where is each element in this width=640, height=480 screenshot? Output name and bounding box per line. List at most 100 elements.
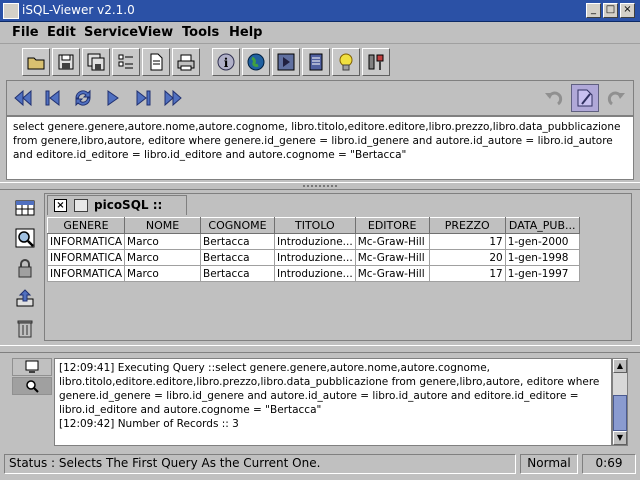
scroll-down-icon[interactable]: ▼ bbox=[613, 431, 627, 445]
trash-icon bbox=[17, 320, 33, 338]
cell-genere[interactable]: INFORMATICA bbox=[46, 249, 126, 266]
magnifier-icon bbox=[15, 228, 35, 248]
cell-data-pub[interactable]: 1-gen-1997 bbox=[504, 265, 580, 282]
menu-help[interactable]: Help bbox=[229, 25, 262, 40]
svg-text:i: i bbox=[224, 56, 229, 70]
tips-button[interactable] bbox=[332, 48, 360, 76]
cell-prezzo[interactable]: 20 bbox=[428, 249, 506, 266]
maximize-button[interactable]: □ bbox=[603, 3, 618, 18]
tab-query-log[interactable] bbox=[12, 377, 52, 395]
sql-format-button[interactable] bbox=[571, 84, 599, 112]
cell-data-pub[interactable]: 1-gen-1998 bbox=[504, 249, 580, 266]
menu-tools[interactable]: Tools bbox=[182, 25, 219, 40]
play-icon bbox=[107, 90, 119, 106]
folder-icon bbox=[27, 57, 45, 70]
log-output[interactable]: [12:09:41] Executing Query ::select gene… bbox=[54, 358, 612, 446]
run-button[interactable] bbox=[272, 48, 300, 76]
column-header-prezzo[interactable]: PREZZO bbox=[428, 217, 506, 234]
cell-titolo[interactable]: Introduzione... bbox=[274, 249, 356, 266]
table-row[interactable]: INFORMATICA Marco Bertacca Introduzione.… bbox=[46, 233, 580, 250]
fast-forward-icon bbox=[164, 89, 182, 107]
title-bar[interactable]: iSQL-Viewer v2.1.0 _ □ × bbox=[0, 0, 640, 22]
info-icon: i bbox=[217, 53, 235, 71]
cell-editore[interactable]: Mc-Graw-Hill bbox=[354, 265, 430, 282]
tab-picosql[interactable]: × picoSQL :: bbox=[47, 195, 187, 215]
undo-button[interactable] bbox=[539, 84, 567, 112]
cell-nome[interactable]: Marco bbox=[124, 233, 202, 250]
column-header-editore[interactable]: EDITORE bbox=[354, 217, 430, 234]
cell-genere[interactable]: INFORMATICA bbox=[46, 233, 126, 250]
close-tab-icon[interactable]: × bbox=[54, 199, 67, 212]
column-header-data-pub[interactable]: DATA_PUB... bbox=[504, 217, 580, 234]
save-as-button[interactable] bbox=[82, 48, 110, 76]
cell-cognome[interactable]: Bertacca bbox=[200, 233, 276, 250]
checklist-icon bbox=[118, 54, 133, 69]
menu-service[interactable]: Service bbox=[84, 25, 138, 40]
table-row[interactable]: INFORMATICA Marco Bertacca Introduzione.… bbox=[46, 249, 580, 266]
editor-splitter[interactable] bbox=[0, 182, 640, 190]
cell-data-pub[interactable]: 1-gen-2000 bbox=[504, 233, 580, 250]
delete-button[interactable] bbox=[10, 314, 40, 342]
refresh-icon bbox=[75, 89, 91, 107]
query-editor[interactable]: select genere.genere,autore.nome,autore.… bbox=[6, 116, 634, 180]
redo-icon bbox=[607, 91, 625, 106]
column-header-cognome[interactable]: COGNOME bbox=[200, 217, 276, 234]
previous-query-button[interactable] bbox=[39, 84, 67, 112]
info-button[interactable]: i bbox=[212, 48, 240, 76]
close-button[interactable]: × bbox=[620, 3, 635, 18]
result-toolbar bbox=[8, 192, 42, 344]
window-title: iSQL-Viewer v2.1.0 bbox=[22, 3, 135, 17]
cell-prezzo[interactable]: 17 bbox=[428, 265, 506, 282]
cell-titolo[interactable]: Introduzione... bbox=[274, 265, 356, 282]
redo-button[interactable] bbox=[603, 84, 631, 112]
upload-icon bbox=[16, 289, 34, 307]
play-icon bbox=[277, 53, 295, 71]
column-header-titolo[interactable]: TITOLO bbox=[274, 217, 356, 234]
menu-file[interactable]: File bbox=[12, 25, 39, 40]
print-button[interactable] bbox=[172, 48, 200, 76]
table-row[interactable]: INFORMATICA Marco Bertacca Introduzione.… bbox=[46, 265, 580, 282]
step-forward-icon bbox=[136, 89, 151, 107]
cell-nome[interactable]: Marco bbox=[124, 265, 202, 282]
preview-button[interactable] bbox=[142, 48, 170, 76]
save-button[interactable] bbox=[52, 48, 80, 76]
open-button[interactable] bbox=[22, 48, 50, 76]
status-bar: Status : Selects The First Query As the … bbox=[0, 450, 640, 480]
export-button[interactable] bbox=[10, 284, 40, 312]
cell-cognome[interactable]: Bertacca bbox=[200, 249, 276, 266]
log-splitter[interactable] bbox=[0, 345, 640, 353]
minimize-button[interactable]: _ bbox=[586, 3, 601, 18]
rewind-icon bbox=[14, 89, 32, 107]
search-results-button[interactable] bbox=[10, 224, 40, 252]
next-query-button[interactable] bbox=[129, 84, 157, 112]
cell-cognome[interactable]: Bertacca bbox=[200, 265, 276, 282]
history-navigation-bar bbox=[6, 80, 634, 116]
column-header-nome[interactable]: NOME bbox=[124, 217, 202, 234]
scroll-thumb[interactable] bbox=[613, 395, 627, 431]
play-query-button[interactable] bbox=[99, 84, 127, 112]
cell-genere[interactable]: INFORMATICA bbox=[46, 265, 126, 282]
history-button[interactable] bbox=[302, 48, 330, 76]
scroll-up-icon[interactable]: ▲ bbox=[613, 359, 627, 373]
connect-button[interactable] bbox=[242, 48, 270, 76]
refresh-query-button[interactable] bbox=[69, 84, 97, 112]
menu-edit[interactable]: Edit bbox=[47, 25, 76, 40]
grid-view-button[interactable] bbox=[10, 194, 40, 222]
last-query-button[interactable] bbox=[159, 84, 187, 112]
first-query-button[interactable] bbox=[9, 84, 37, 112]
tab-console[interactable] bbox=[12, 358, 52, 376]
column-header-genere[interactable]: GENERE bbox=[46, 217, 126, 234]
app-icon[interactable] bbox=[3, 3, 19, 19]
cell-prezzo[interactable]: 17 bbox=[428, 233, 506, 250]
menu-view[interactable]: View bbox=[138, 25, 173, 40]
cell-titolo[interactable]: Introduzione... bbox=[274, 233, 356, 250]
tab-label: picoSQL :: bbox=[94, 198, 163, 212]
status-message: Status : Selects The First Query As the … bbox=[4, 454, 516, 474]
cell-editore[interactable]: Mc-Graw-Hill bbox=[354, 233, 430, 250]
settings-button[interactable] bbox=[362, 48, 390, 76]
cell-editore[interactable]: Mc-Graw-Hill bbox=[354, 249, 430, 266]
log-scrollbar[interactable]: ▲ ▼ bbox=[612, 358, 628, 446]
lock-button[interactable] bbox=[10, 254, 40, 282]
cell-nome[interactable]: Marco bbox=[124, 249, 202, 266]
list-button[interactable] bbox=[112, 48, 140, 76]
